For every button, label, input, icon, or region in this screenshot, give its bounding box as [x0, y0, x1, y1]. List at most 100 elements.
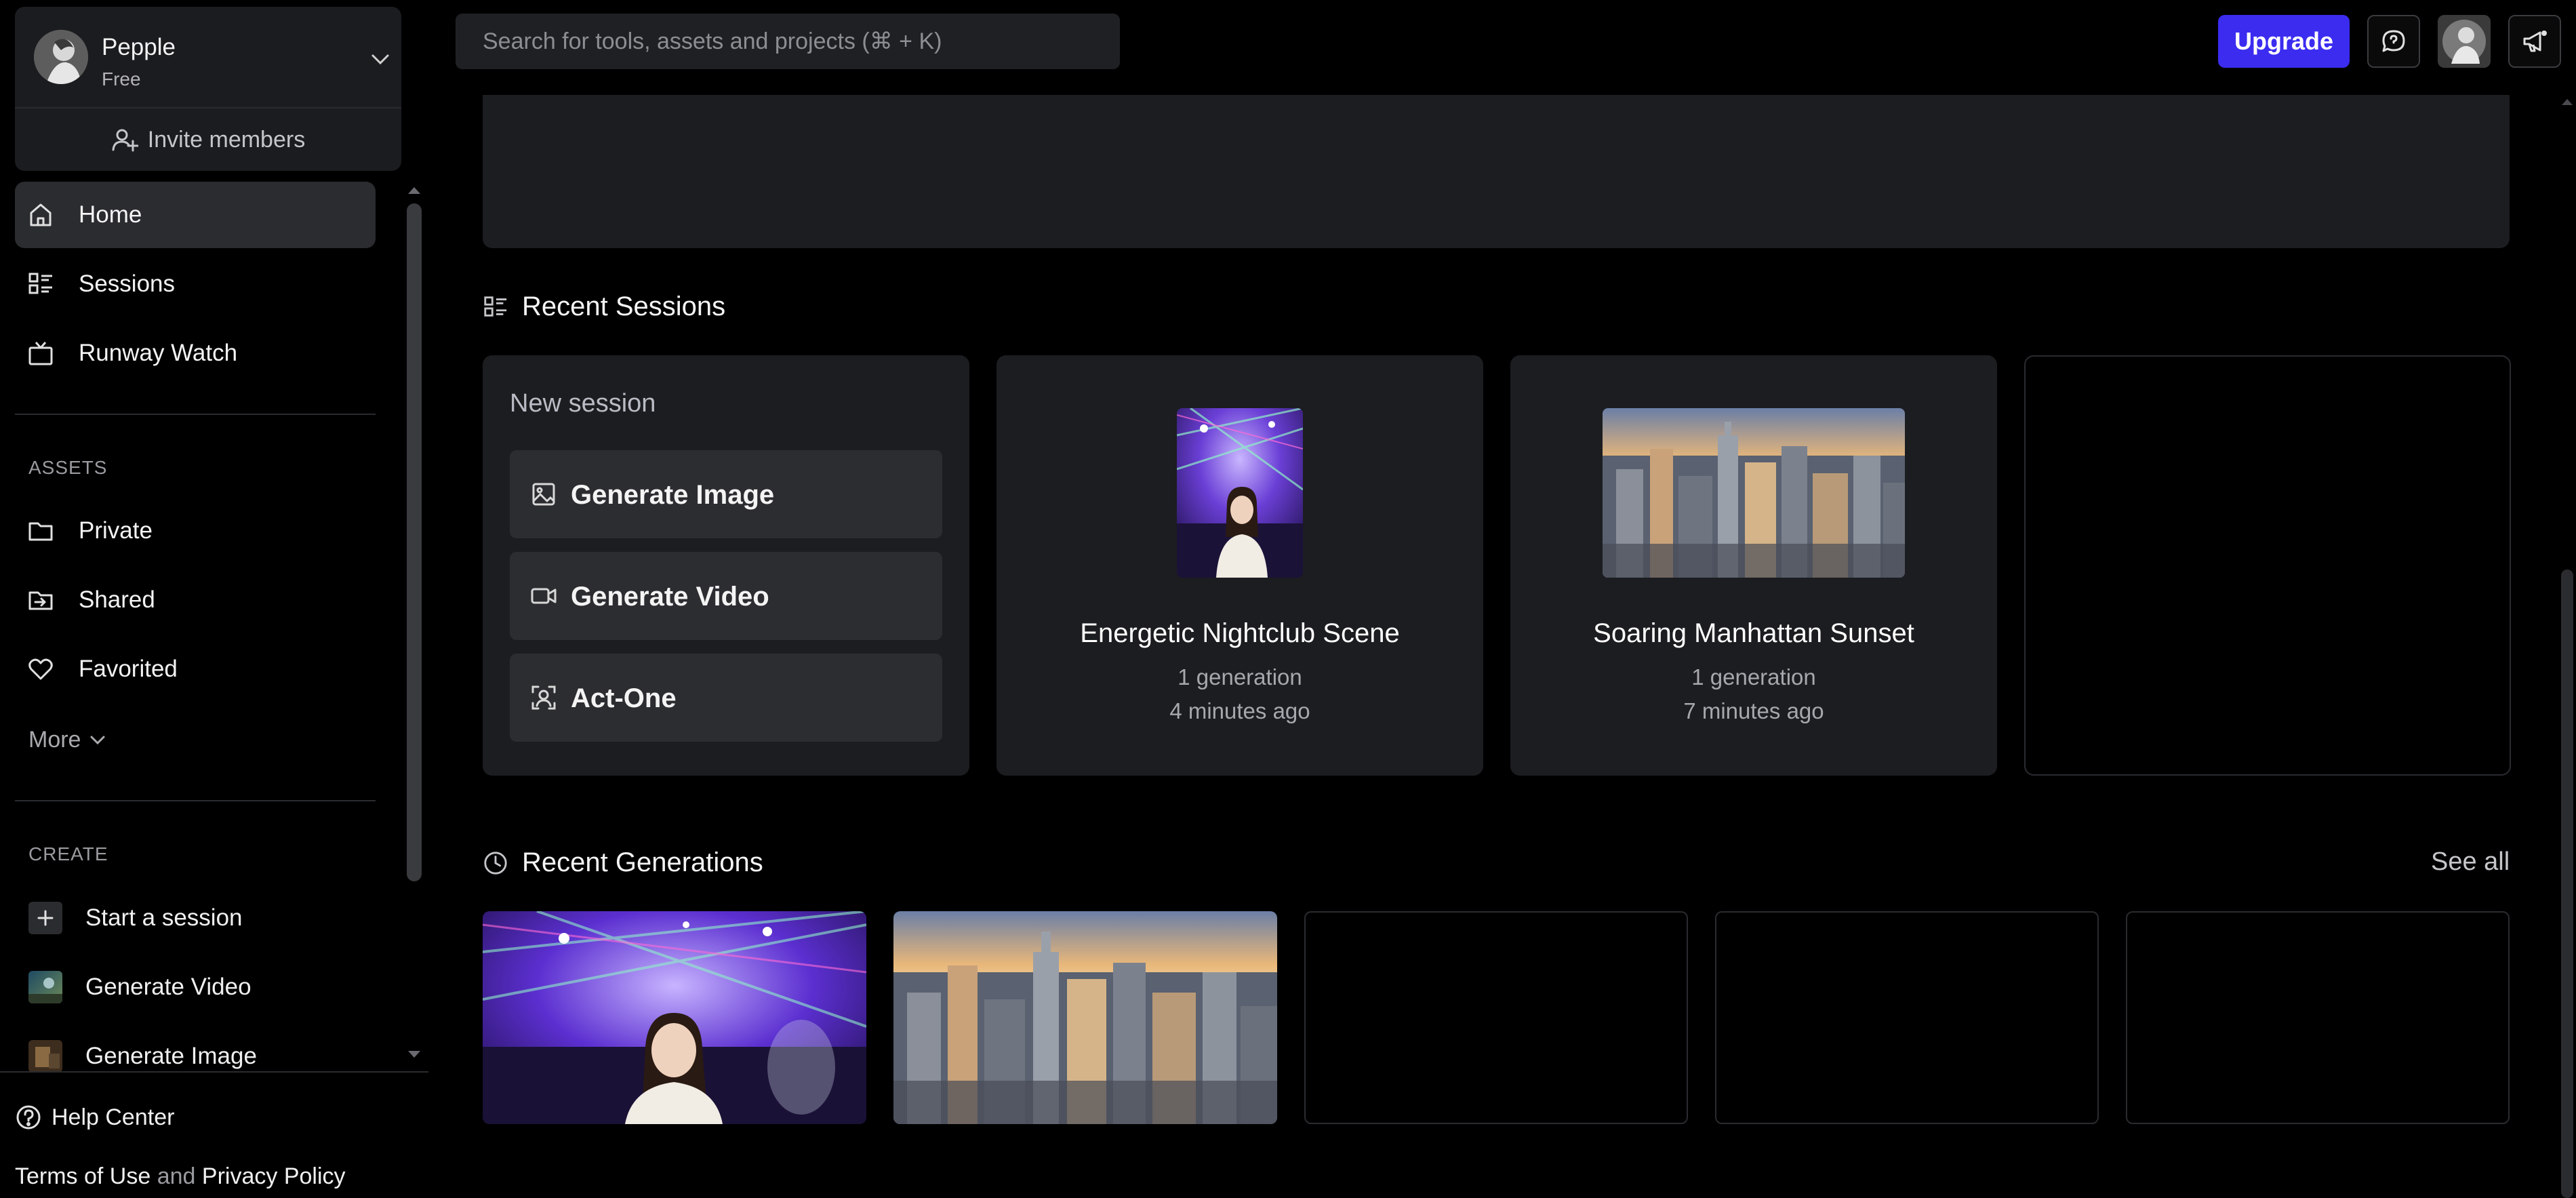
workspace-switcher[interactable]: Pepple Free — [15, 7, 401, 108]
sidebar-item-label: Shared — [79, 586, 155, 613]
scroll-up-icon[interactable] — [404, 183, 424, 197]
featured-panel — [483, 95, 2510, 248]
more-label: More — [28, 727, 81, 753]
invite-members-label: Invite members — [147, 126, 306, 153]
heart-icon — [27, 656, 54, 683]
sidebar: Pepple Free Invite members Home Sessions… — [0, 0, 428, 1198]
scroll-up-icon[interactable] — [2558, 95, 2576, 108]
sidebar-item-generate-image[interactable]: Generate Image — [15, 1022, 376, 1071]
image-thumbnail — [28, 1040, 62, 1071]
generation-tile-manhattan[interactable] — [893, 911, 1277, 1124]
session-timestamp: 7 minutes ago — [1683, 698, 1824, 723]
more-button[interactable]: More — [28, 727, 106, 753]
upgrade-button[interactable]: Upgrade — [2218, 15, 2350, 68]
legal-links: Terms of Use and Privacy Policy — [15, 1163, 346, 1190]
terms-of-use-link[interactable]: Terms of Use — [15, 1163, 150, 1189]
help-center-link[interactable]: Help Center — [15, 1104, 174, 1131]
new-session-title: New session — [510, 389, 656, 418]
sidebar-item-label: Private — [79, 517, 153, 544]
sidebar-item-sessions[interactable]: Sessions — [15, 251, 376, 317]
legal-and-text: and — [157, 1163, 196, 1189]
sidebar-scrollbar[interactable] — [404, 183, 424, 1073]
megaphone-icon — [2521, 28, 2548, 55]
session-generation-count: 1 generation — [1178, 664, 1302, 690]
sidebar-scroll-thumb[interactable] — [407, 203, 422, 881]
workspace-card: Pepple Free Invite members — [15, 7, 401, 171]
shared-folder-icon — [27, 586, 54, 614]
act-one-button[interactable]: Act-One — [510, 654, 942, 742]
generate-image-button[interactable]: Generate Image — [510, 450, 942, 538]
folder-icon — [27, 517, 54, 544]
session-title: Soaring Manhattan Sunset — [1593, 618, 1914, 648]
chevron-down-icon — [89, 734, 106, 746]
sessions-icon — [483, 294, 508, 320]
sidebar-item-generate-video[interactable]: Generate Video — [15, 953, 376, 1020]
main-scroll-thumb[interactable] — [2561, 570, 2573, 1198]
sidebar-item-label: Runway Watch — [79, 340, 238, 366]
video-thumbnail — [28, 971, 62, 1003]
session-timestamp: 4 minutes ago — [1169, 698, 1310, 723]
sidebar-item-runway-watch[interactable]: Runway Watch — [15, 320, 376, 386]
scroll-down-icon[interactable] — [404, 1048, 424, 1062]
recent-generations-title: Recent Generations — [522, 847, 763, 877]
home-icon — [27, 201, 54, 228]
announcements-button[interactable] — [2508, 15, 2561, 68]
chat-bubble-icon — [2380, 28, 2407, 55]
sidebar-divider — [15, 800, 376, 801]
generation-tile-empty — [1304, 911, 1688, 1124]
sidebar-item-start-session[interactable]: Start a session — [15, 884, 376, 951]
session-card[interactable]: Soaring Manhattan Sunset 1 generation 7 … — [1510, 355, 1997, 776]
sidebar-divider — [15, 414, 376, 415]
generation-tile-empty — [2126, 911, 2510, 1124]
sidebar-item-shared[interactable]: Shared — [15, 567, 376, 633]
assets-heading: ASSETS — [28, 457, 108, 478]
recent-sessions-heading: Recent Sessions — [483, 292, 725, 322]
search-input[interactable] — [456, 14, 1120, 69]
nightclub-thumbnail — [1177, 408, 1303, 578]
add-user-icon — [111, 126, 138, 153]
help-circle-icon — [15, 1104, 42, 1131]
feedback-button[interactable] — [2367, 15, 2420, 68]
sidebar-item-private[interactable]: Private — [15, 498, 376, 564]
sidebar-footer: Help Center Terms of Use and Privacy Pol… — [0, 1071, 428, 1198]
face-scan-icon — [530, 684, 557, 711]
invite-members-button[interactable]: Invite members — [15, 108, 401, 171]
image-icon — [530, 481, 557, 508]
sidebar-item-label: Generate Video — [85, 974, 251, 1000]
video-icon — [530, 582, 557, 610]
recent-sessions-title: Recent Sessions — [522, 292, 726, 321]
sidebar-item-home[interactable]: Home — [15, 182, 376, 248]
generation-tile-nightclub[interactable] — [483, 911, 866, 1124]
session-card[interactable]: Energetic Nightclub Scene 1 generation 4… — [997, 355, 1483, 776]
new-session-card: New session Generate Image Generate Vide… — [483, 355, 969, 776]
generate-video-label: Generate Video — [571, 582, 769, 612]
act-one-label: Act-One — [571, 683, 677, 713]
sidebar-scroll-area[interactable]: Home Sessions Runway Watch ASSETS Privat… — [0, 178, 428, 1071]
sessions-icon — [27, 271, 54, 298]
tv-icon — [27, 340, 54, 367]
create-heading: CREATE — [28, 843, 108, 864]
generate-image-label: Generate Image — [571, 480, 775, 510]
sidebar-item-label: Home — [79, 201, 142, 228]
plus-icon — [28, 902, 62, 934]
session-title: Energetic Nightclub Scene — [1080, 618, 1400, 648]
see-all-link[interactable]: See all — [2431, 847, 2510, 877]
privacy-policy-link[interactable]: Privacy Policy — [202, 1163, 346, 1189]
recent-generations-heading: Recent Generations — [483, 847, 763, 878]
sidebar-item-label: Start a session — [85, 904, 243, 931]
sidebar-item-label: Favorited — [79, 656, 178, 682]
workspace-plan: Free — [102, 68, 141, 89]
user-avatar[interactable] — [2438, 15, 2491, 68]
main-scrollbar[interactable] — [2558, 95, 2576, 1198]
manhattan-thumbnail — [1603, 408, 1905, 578]
chevron-down-icon — [370, 53, 390, 66]
generate-video-button[interactable]: Generate Video — [510, 552, 942, 640]
empty-session-card — [2024, 355, 2511, 776]
sidebar-item-favorited[interactable]: Favorited — [15, 636, 376, 702]
clock-icon — [483, 850, 508, 876]
sidebar-item-label: Generate Image — [85, 1043, 257, 1069]
workspace-avatar — [34, 30, 88, 84]
generation-tile-empty — [1715, 911, 2099, 1124]
workspace-name: Pepple — [102, 34, 176, 60]
session-generation-count: 1 generation — [1691, 664, 1816, 690]
